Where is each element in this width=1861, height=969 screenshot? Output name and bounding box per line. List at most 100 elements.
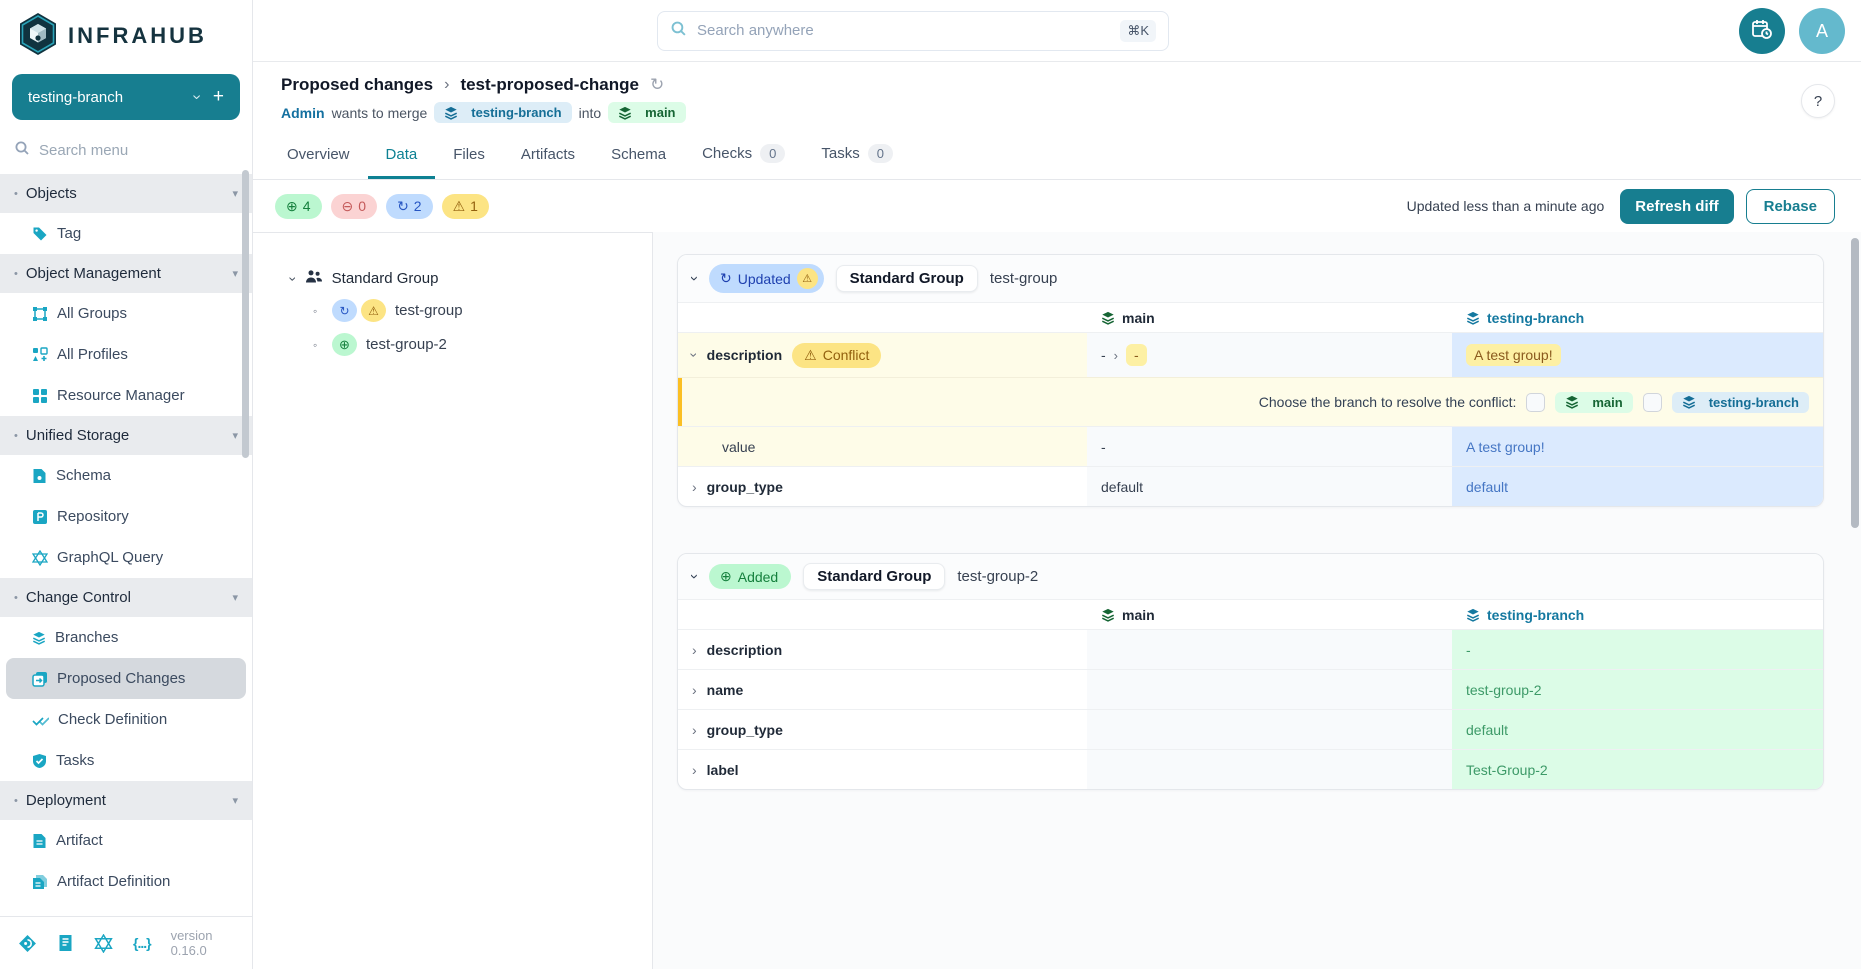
rebase-button[interactable]: Rebase [1746, 189, 1835, 224]
sidebar-item-branches[interactable]: Branches [0, 617, 252, 658]
chevron-down-icon[interactable]: › [686, 353, 702, 358]
menu-search-input[interactable] [39, 142, 209, 159]
user-avatar[interactable]: A [1799, 8, 1845, 54]
chevron-right-icon[interactable]: › [692, 682, 697, 698]
tab-overview[interactable]: Overview [269, 135, 368, 179]
sidebar-item-label: Proposed Changes [57, 670, 185, 687]
chevron-right-icon[interactable]: › [692, 642, 697, 658]
sidebar-item-all-groups[interactable]: All Groups [0, 293, 252, 334]
sidebar-item-repository[interactable]: Repository [0, 496, 252, 537]
main-value-cell: default [1087, 467, 1452, 506]
branch-value-cell: A test group! [1452, 427, 1823, 466]
artifact-icon [32, 833, 47, 849]
graphql-sandbox-icon[interactable] [94, 934, 113, 953]
refresh-icon[interactable]: ↻ [650, 75, 664, 95]
chevron-down-icon: ▾ [232, 187, 238, 200]
resolve-main-checkbox[interactable] [1526, 393, 1545, 412]
sidebar-item-tag[interactable]: Tag [0, 213, 252, 254]
tree-node-label: Standard Group [332, 270, 439, 287]
sidebar-item-resource-manager[interactable]: Resource Manager [0, 375, 252, 416]
conflict-resolve-row: Choose the branch to resolve the conflic… [678, 377, 1823, 426]
branch-icon [1466, 608, 1480, 622]
main-value-cell [1087, 670, 1452, 709]
check-definition-icon [32, 713, 49, 727]
chevron-right-icon[interactable]: › [692, 762, 697, 778]
sidebar-group-objects[interactable]: • Objects ▾ [0, 174, 252, 213]
main-option-badge[interactable]: main [1555, 392, 1632, 413]
sidebar-item-check-definition[interactable]: Check Definition [0, 699, 252, 740]
tab-tasks[interactable]: Tasks0 [803, 133, 911, 179]
merge-summary: Admin wants to merge testing-branch into… [281, 102, 1833, 123]
diff-toolbar: ⊕4 ⊖0 ↻2 ⚠1 Updated less than a minute a… [253, 180, 1861, 232]
chevron-right-icon[interactable]: › [692, 722, 697, 738]
sidebar-item-artifact[interactable]: Artifact [0, 820, 252, 861]
sidebar-item-graphql-query[interactable]: GraphQL Query [0, 537, 252, 578]
sidebar-item-artifact-definition[interactable]: Artifact Definition [0, 861, 252, 902]
sidebar-group-unified-storage[interactable]: • Unified Storage ▾ [0, 416, 252, 455]
tree-marker-icon: ◦ [313, 304, 323, 318]
branch-icon [1101, 311, 1115, 325]
bullet-icon: • [14, 188, 18, 200]
added-count-badge: ⊕4 [275, 194, 322, 219]
sidebar: INFRAHUB testing-branch › + • Objects ▾ … [0, 0, 253, 969]
description-row: › description - [678, 629, 1823, 669]
tree-node-test-group-2[interactable]: ◦ ⊕ test-group-2 [313, 333, 652, 356]
updated-status-pill: ↻ Updated ⚠ [709, 264, 824, 293]
code-braces-icon[interactable]: {...} [133, 935, 151, 951]
branch-option-badge[interactable]: testing-branch [1672, 392, 1809, 413]
breadcrumb-separator: › [444, 76, 449, 94]
version-label: version 0.16.0 [171, 928, 234, 958]
logo[interactable]: INFRAHUB [0, 0, 252, 68]
sidebar-item-tasks[interactable]: Tasks [0, 740, 252, 781]
plus-circle-icon: ⊕ [286, 198, 298, 215]
chevron-down-icon: ▾ [232, 429, 238, 442]
refresh-icon: ↻ [397, 198, 409, 215]
source-branch-badge: testing-branch [434, 102, 571, 123]
tasks-calendar-button[interactable] [1739, 8, 1785, 54]
api-docs-icon[interactable] [18, 934, 37, 953]
sidebar-item-proposed-changes[interactable]: Proposed Changes [6, 658, 246, 699]
documentation-icon[interactable] [57, 934, 74, 952]
tree-node-standard-group[interactable]: › Standard Group [291, 269, 652, 288]
branch-selector[interactable]: testing-branch › + [12, 74, 240, 120]
sidebar-scrollbar[interactable] [242, 170, 249, 458]
warning-icon: ⚠ [804, 347, 817, 364]
global-search-input[interactable] [697, 22, 1110, 39]
collapse-chevron-icon[interactable]: › [686, 574, 703, 579]
collapse-chevron-icon[interactable]: › [686, 276, 703, 281]
sidebar-group-object-management[interactable]: • Object Management ▾ [0, 254, 252, 293]
sidebar-item-schema[interactable]: Schema [0, 455, 252, 496]
add-branch-button[interactable]: + [213, 86, 224, 108]
sidebar-group-deployment[interactable]: • Deployment ▾ [0, 781, 252, 820]
sidebar-item-all-profiles[interactable]: All Profiles [0, 334, 252, 375]
menu-search[interactable] [14, 140, 238, 160]
tab-schema[interactable]: Schema [593, 135, 684, 179]
search-icon [670, 20, 687, 41]
sidebar-item-label: Resource Manager [57, 387, 185, 404]
proposed-changes-icon [32, 671, 48, 687]
tree-node-test-group[interactable]: ◦ ↻ ⚠ test-group [313, 299, 652, 322]
tab-artifacts[interactable]: Artifacts [503, 135, 593, 179]
tab-checks[interactable]: Checks0 [684, 133, 803, 179]
resolve-branch-checkbox[interactable] [1643, 393, 1662, 412]
sidebar-item-label: All Groups [57, 305, 127, 322]
name-row: › name test-group-2 [678, 669, 1823, 709]
breadcrumb-parent[interactable]: Proposed changes [281, 75, 433, 95]
tab-files[interactable]: Files [435, 135, 503, 179]
tasks-icon [32, 753, 47, 769]
chevron-right-icon[interactable]: › [692, 479, 697, 495]
sidebar-group-change-control[interactable]: • Change Control ▾ [0, 578, 252, 617]
global-search[interactable]: ⌘K [657, 11, 1169, 51]
chevron-down-icon: › [187, 94, 205, 99]
refresh-diff-button[interactable]: Refresh diff [1620, 189, 1733, 224]
help-button[interactable]: ? [1801, 84, 1835, 118]
diff-card-test-group: › ↻ Updated ⚠ Standard Group test-group … [677, 254, 1824, 507]
bullet-icon: • [14, 268, 18, 280]
page-scrollbar[interactable] [1851, 238, 1859, 528]
tab-data[interactable]: Data [368, 135, 436, 179]
sidebar-item-label: Artifact [56, 832, 103, 849]
resolve-instruction: Choose the branch to resolve the conflic… [1259, 394, 1517, 410]
main-value-cell [1087, 750, 1452, 789]
tasks-count-badge: 0 [868, 144, 893, 163]
repository-icon [32, 509, 48, 525]
